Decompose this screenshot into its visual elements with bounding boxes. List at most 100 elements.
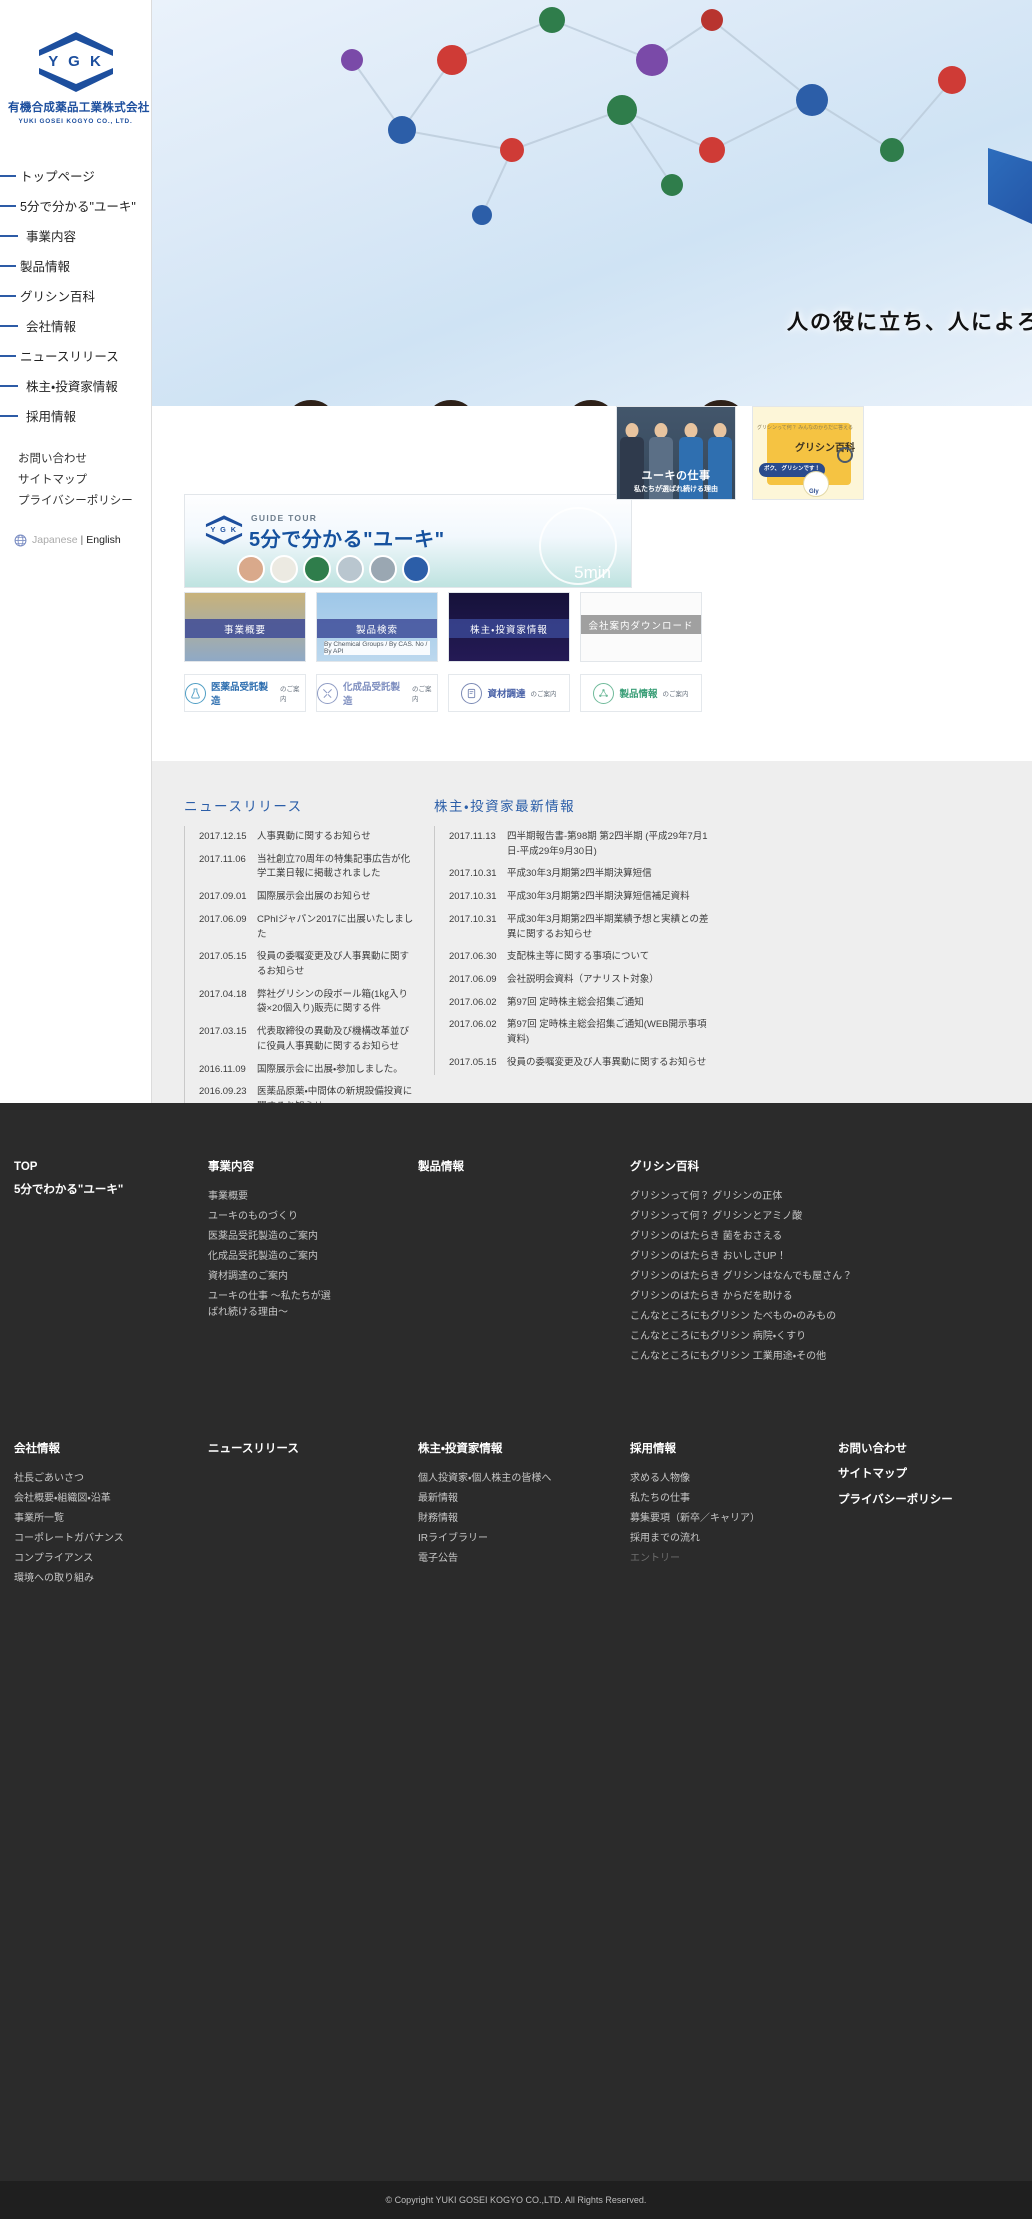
- news-item[interactable]: 2017.10.31 平成30年3月期第2四半期決算短信補足資料: [435, 886, 709, 909]
- nav-item-recruit[interactable]: 採用情報: [0, 401, 151, 431]
- footer-heading-business[interactable]: 事業内容: [208, 1158, 338, 1176]
- lang-english[interactable]: English: [86, 534, 120, 546]
- footer-link[interactable]: グリシンのはたらき 菌をおさえる: [630, 1227, 930, 1247]
- footer-link[interactable]: 募集要項（新卒／キャリア）: [630, 1509, 810, 1529]
- footer-link-entry[interactable]: エントリー: [630, 1549, 810, 1569]
- link-pharma-manufacturing[interactable]: 医薬品受託製造 のご案内: [184, 674, 306, 712]
- footer-link[interactable]: こんなところにもグリシン 工業用途・その他: [630, 1347, 930, 1367]
- nav-item-company[interactable]: 会社情報: [0, 311, 151, 341]
- footer-link[interactable]: グリシンのはたらき グリシンはなんでも屋さん？: [630, 1267, 930, 1287]
- footer-link-privacy[interactable]: プライバシーポリシー: [838, 1491, 1018, 1509]
- footer-link[interactable]: 会社概要・組織図・沿革: [14, 1489, 194, 1509]
- sidebar-link-contact[interactable]: お問い合わせ: [18, 449, 151, 470]
- news-text: 弊社グリシンの段ボール箱(1㎏入り 袋×20個入り)販売に関する件: [257, 988, 408, 1015]
- lang-japanese[interactable]: Japanese: [32, 534, 78, 546]
- news-date: 2017.05.15: [449, 1056, 497, 1068]
- footer-link[interactable]: 事業概要: [208, 1187, 338, 1207]
- news-item[interactable]: 2017.05.15 役員の委嘱変更及び人事異動に関するお知らせ: [435, 1052, 709, 1075]
- nav-item-news[interactable]: ニュースリリース: [0, 341, 151, 371]
- footer-heading-guide[interactable]: 5分でわかる"ユーキ": [14, 1181, 123, 1199]
- footer-col-business: 事業内容 事業概要 ユーキのものづくり 医薬品受託製造のご案内 化成品受託製造の…: [208, 1158, 338, 1323]
- news-item[interactable]: 2017.10.31 平成30年3月期第2四半期業績予想と実績との差異に関するお知…: [435, 909, 709, 946]
- footer-link[interactable]: 資材調達のご案内: [208, 1267, 338, 1287]
- footer-link[interactable]: こんなところにもグリシン 病院・くすり: [630, 1327, 930, 1347]
- tile-product-search[interactable]: 製品検索 By Chemical Groups / By CAS. No / B…: [316, 592, 438, 662]
- news-date: 2017.03.15: [199, 1026, 247, 1038]
- work-subtitle: 私たちが選ばれ続ける理由: [634, 486, 718, 493]
- tile-ir[interactable]: 株主・投資家情報: [448, 592, 570, 662]
- news-item[interactable]: 2017.06.09 CPhIジャパン2017に出展いたしました: [185, 909, 414, 946]
- footer-heading-top[interactable]: TOP: [14, 1158, 123, 1176]
- nav-label: ニュースリリース: [20, 350, 119, 365]
- link-chemical-manufacturing[interactable]: 化成品受託製造 のご案内: [316, 674, 438, 712]
- dash-icon: [0, 234, 18, 237]
- news-item[interactable]: 2017.05.15 役員の委嘱変更及び人事異動に関するお知らせ: [185, 946, 414, 983]
- footer-link[interactable]: 電子公告: [418, 1549, 598, 1569]
- guide-thumbnails: [237, 555, 430, 583]
- footer-link[interactable]: グリシンのはたらき おいしさUP！: [630, 1247, 930, 1267]
- tile-business-overview[interactable]: 事業概要: [184, 592, 306, 662]
- news-item[interactable]: 2016.11.09 国際展示会に出展・参加しました。: [185, 1059, 414, 1082]
- nav-item-business[interactable]: 事業内容: [0, 221, 151, 251]
- sidebar: Y G K 有機合成薬品工業株式会社 YUKI GOSEI KOGYO CO.,…: [0, 0, 152, 1103]
- footer-heading-contact[interactable]: お問い合わせ: [838, 1440, 1018, 1458]
- site-logo[interactable]: Y G K 有機合成薬品工業株式会社 YUKI GOSEI KOGYO CO.,…: [0, 0, 151, 125]
- footer-link[interactable]: IRライブラリー: [418, 1529, 598, 1549]
- footer-link[interactable]: 社長ごあいさつ: [14, 1469, 194, 1489]
- news-item[interactable]: 2017.03.15 代表取締役の異動及び機構改革並びに役員人事異動に関するお知ら…: [185, 1021, 414, 1058]
- news-item[interactable]: 2017.10.31 平成30年3月期第2四半期決算短信: [435, 863, 709, 886]
- footer-heading-products[interactable]: 製品情報: [418, 1158, 464, 1176]
- banner-guide-tour[interactable]: Y G K GUIDE TOUR 5分で分かる"ユーキ" 5min: [184, 494, 632, 588]
- sidebar-link-privacy[interactable]: プライバシーポリシー: [18, 491, 151, 512]
- footer-link[interactable]: コンプライアンス: [14, 1549, 194, 1569]
- link-product-info[interactable]: 製品情報 のご案内: [580, 674, 702, 712]
- footer-link[interactable]: コーポレートガバナンス: [14, 1529, 194, 1549]
- footer-link[interactable]: 個人投資家・個人株主の皆様へ: [418, 1469, 598, 1489]
- sidebar-link-sitemap[interactable]: サイトマップ: [18, 470, 151, 491]
- footer-heading-glycine[interactable]: グリシン百科: [630, 1158, 930, 1176]
- footer-link[interactable]: 化成品受託製造のご案内: [208, 1247, 338, 1267]
- nav-item-guide[interactable]: 5分で分かる"ユーキ": [0, 191, 151, 221]
- footer-heading-company[interactable]: 会社情報: [14, 1440, 194, 1458]
- news-item[interactable]: 2017.11.06 当社創立70周年の特集記事広告が化学工業日報に掲載されました: [185, 849, 414, 886]
- nav-item-glycine[interactable]: グリシン百科: [0, 281, 151, 311]
- nav-item-top[interactable]: トップページ: [0, 161, 151, 191]
- footer-link[interactable]: 財務情報: [418, 1509, 598, 1529]
- banner-yuki-work[interactable]: ユーキの仕事 私たちが選ばれ続ける理由: [616, 406, 736, 500]
- footer-link[interactable]: 環境への取り組み: [14, 1569, 194, 1589]
- news-item[interactable]: 2017.04.18 弊社グリシンの段ボール箱(1㎏入り 袋×20個入り)販売に関…: [185, 984, 414, 1021]
- news-item[interactable]: 2017.11.13 四半期報告書-第98期 第2四半期 (平成29年7月1日-平…: [435, 826, 709, 863]
- nav-label: 会社情報: [26, 320, 77, 335]
- footer-heading-news[interactable]: ニュースリリース: [208, 1440, 299, 1458]
- news-item[interactable]: 2017.12.15 人事異動に関するお知らせ: [185, 826, 414, 849]
- footer-link[interactable]: 採用までの流れ: [630, 1529, 810, 1549]
- footer-link-sitemap[interactable]: サイトマップ: [838, 1465, 1018, 1483]
- tile-company-brochure[interactable]: 会社案内ダウンロード: [580, 592, 702, 662]
- news-item[interactable]: 2017.06.02 第97回 定時株主総会招集ご通知: [435, 992, 709, 1015]
- footer-link[interactable]: 医薬品受託製造のご案内: [208, 1227, 338, 1247]
- footer-heading-ir[interactable]: 株主・投資家情報: [418, 1440, 598, 1458]
- nav-item-ir[interactable]: 株主・投資家情報: [0, 371, 151, 401]
- link-material-procurement[interactable]: 資材調達 のご案内: [448, 674, 570, 712]
- news-item[interactable]: 2017.06.02 第97回 定時株主総会招集ご通知(WEB開示事項資料): [435, 1014, 709, 1051]
- nav-item-products[interactable]: 製品情報: [0, 251, 151, 281]
- footer-heading-recruit[interactable]: 採用情報: [630, 1440, 810, 1458]
- news-date: 2017.05.15: [199, 951, 247, 963]
- footer-link[interactable]: ユーキの仕事 ～私たちが選ばれ続ける理由～: [208, 1287, 338, 1323]
- hero-banner[interactable]: 人の役に立ち、人によろ: [152, 0, 1032, 406]
- footer-link[interactable]: グリシンって何？ グリシンの正体: [630, 1187, 930, 1207]
- news-item[interactable]: 2017.09.01 国際展示会出展のお知らせ: [185, 886, 414, 909]
- dash-icon: [0, 324, 18, 327]
- footer-link[interactable]: 最新情報: [418, 1489, 598, 1509]
- news-section: ニュースリリース 2017.12.15 人事異動に関するお知らせ 2017.11.…: [152, 761, 1032, 1119]
- footer-link[interactable]: 求める人物像: [630, 1469, 810, 1489]
- footer-link[interactable]: グリシンって何？ グリシンとアミノ酸: [630, 1207, 930, 1227]
- news-item[interactable]: 2017.06.30 支配株主等に関する事項について: [435, 946, 709, 969]
- news-item[interactable]: 2017.06.09 会社説明会資料（アナリスト対象）: [435, 969, 709, 992]
- footer-link[interactable]: 私たちの仕事: [630, 1489, 810, 1509]
- footer-link[interactable]: 事業所一覧: [14, 1509, 194, 1529]
- footer-link[interactable]: グリシンのはたらき からだを助ける: [630, 1287, 930, 1307]
- footer-link[interactable]: こんなところにもグリシン たべもの・のみもの: [630, 1307, 930, 1327]
- footer-link[interactable]: ユーキのものづくり: [208, 1207, 338, 1227]
- banner-glycine-encyclopedia[interactable]: グリシンって何？ みんなのからだに答える グリシン百科 ボク、 グリシンです！ …: [752, 406, 864, 500]
